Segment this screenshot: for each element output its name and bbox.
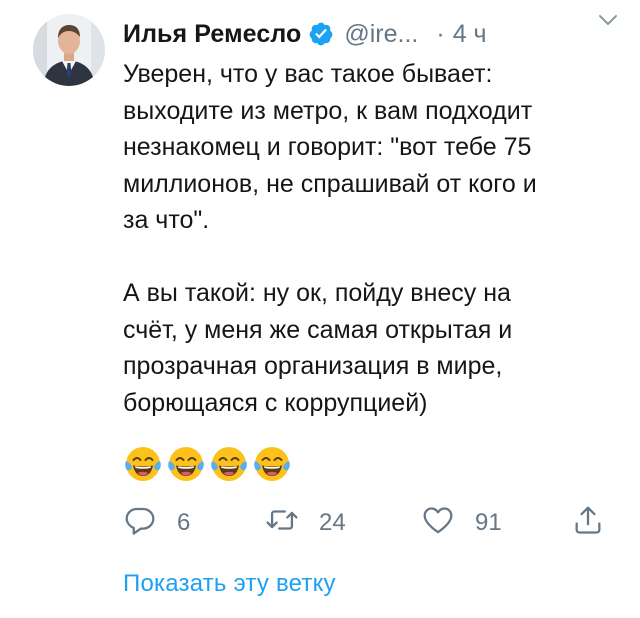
avatar[interactable] bbox=[33, 14, 105, 86]
face-with-tears-of-joy-icon bbox=[123, 444, 163, 484]
tweet-actions: 6 24 91 bbox=[123, 501, 611, 545]
verified-badge-icon bbox=[308, 21, 334, 47]
share-button[interactable] bbox=[571, 501, 605, 545]
retweet-icon bbox=[265, 503, 299, 544]
retweet-count: 24 bbox=[319, 509, 346, 536]
tweet-paragraph: Уверен, что у вас такое бывает: выходите… bbox=[123, 60, 537, 234]
retweet-button[interactable]: 24 bbox=[265, 501, 346, 545]
tweet-header: Илья Ремесло @ire... · 4 ч bbox=[123, 14, 618, 54]
author-display-name[interactable]: Илья Ремесло bbox=[123, 20, 301, 49]
face-with-tears-of-joy-icon bbox=[252, 444, 292, 484]
face-with-tears-of-joy-icon bbox=[166, 444, 206, 484]
tweet-paragraph: А вы такой: ну ок, пойду внесу на счёт, … bbox=[123, 279, 513, 417]
emoji-row bbox=[123, 444, 292, 484]
author-handle[interactable]: @ire... bbox=[344, 20, 418, 49]
tweet-text: Уверен, что у вас такое бывает: выходите… bbox=[123, 56, 603, 421]
tweet-timestamp[interactable]: 4 ч bbox=[453, 20, 487, 49]
like-button[interactable]: 91 bbox=[421, 501, 502, 545]
like-count: 91 bbox=[475, 509, 502, 536]
share-icon bbox=[571, 503, 605, 544]
reply-button[interactable]: 6 bbox=[123, 501, 190, 545]
header-separator: · bbox=[436, 19, 445, 48]
face-with-tears-of-joy-icon bbox=[209, 444, 249, 484]
heart-icon bbox=[421, 503, 455, 544]
show-thread-link[interactable]: Показать эту ветку bbox=[123, 570, 336, 598]
reply-icon bbox=[123, 503, 157, 544]
reply-count: 6 bbox=[177, 509, 191, 536]
chevron-down-icon[interactable] bbox=[596, 8, 620, 32]
tweet[interactable]: Илья Ремесло @ire... · 4 ч Уверен, что у… bbox=[0, 0, 640, 618]
